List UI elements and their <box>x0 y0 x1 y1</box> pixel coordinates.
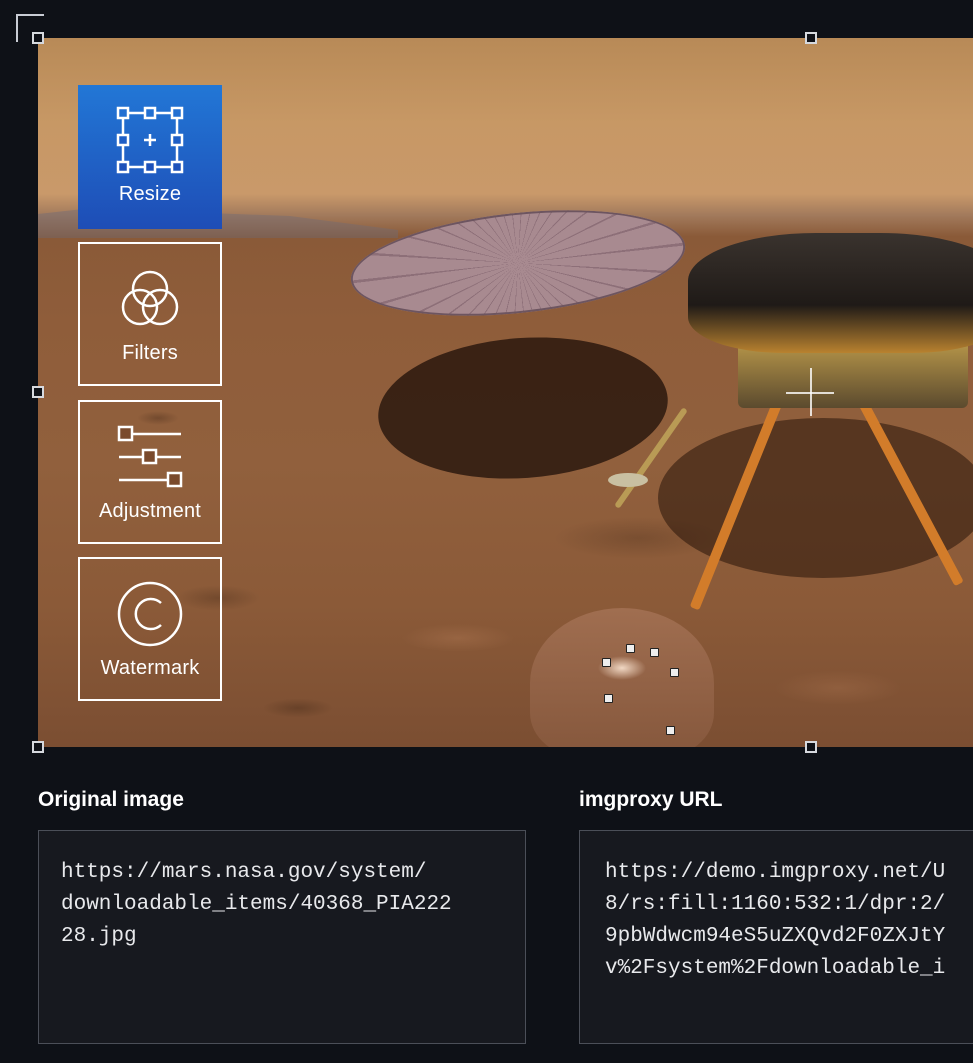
filters-label: Filters <box>122 342 178 364</box>
original-url-field[interactable]: https://mars.nasa.gov/system/ downloadab… <box>38 830 526 1044</box>
crop-handle-left[interactable] <box>32 386 44 398</box>
original-url-line: downloadable_items/40368_PIA222 <box>61 893 452 916</box>
imgproxy-url-title: imgproxy URL <box>579 788 723 811</box>
crop-handle-top[interactable] <box>805 32 817 44</box>
adjustment-label: Adjustment <box>98 500 202 522</box>
original-url-line: 28.jpg <box>61 925 137 948</box>
filters-button[interactable]: Filters <box>78 242 222 386</box>
crop-handle-bottom-left[interactable] <box>32 741 44 753</box>
resize-label: Resize <box>118 183 182 205</box>
adjustment-button[interactable]: Adjustment <box>78 400 222 544</box>
crop-handle-top-left[interactable] <box>32 32 44 44</box>
imgproxy-url-line: https://demo.imgproxy.net/U <box>605 861 946 884</box>
lander <box>688 233 973 353</box>
resize-icon <box>116 106 184 174</box>
original-image-title: Original image <box>38 788 184 811</box>
original-url-line: https://mars.nasa.gov/system/ <box>61 861 427 884</box>
editor-stage: Resize Filters Adjustment Watermark Orig… <box>0 0 973 1063</box>
imgproxy-url-line: v%2Fsystem%2Fdownloadable_i <box>605 957 946 980</box>
imgproxy-url-field[interactable]: https://demo.imgproxy.net/U 8/rs:fill:11… <box>579 830 973 1044</box>
watermark-button[interactable]: Watermark <box>78 557 222 701</box>
filters-icon <box>121 270 179 326</box>
imgproxy-url-line: 8/rs:fill:1160:532:1/dpr:2/ <box>605 893 946 916</box>
watermark-label: Watermark <box>100 657 200 679</box>
resize-button[interactable]: Resize <box>78 85 222 229</box>
adjustment-icon <box>117 425 183 488</box>
crop-handle-bottom[interactable] <box>805 741 817 753</box>
seismometer-dome <box>530 608 714 747</box>
imgproxy-url-line: 9pbWdwcm94eS5uZXQvd2F0ZXJtY <box>605 925 946 948</box>
watermark-icon <box>117 581 183 647</box>
